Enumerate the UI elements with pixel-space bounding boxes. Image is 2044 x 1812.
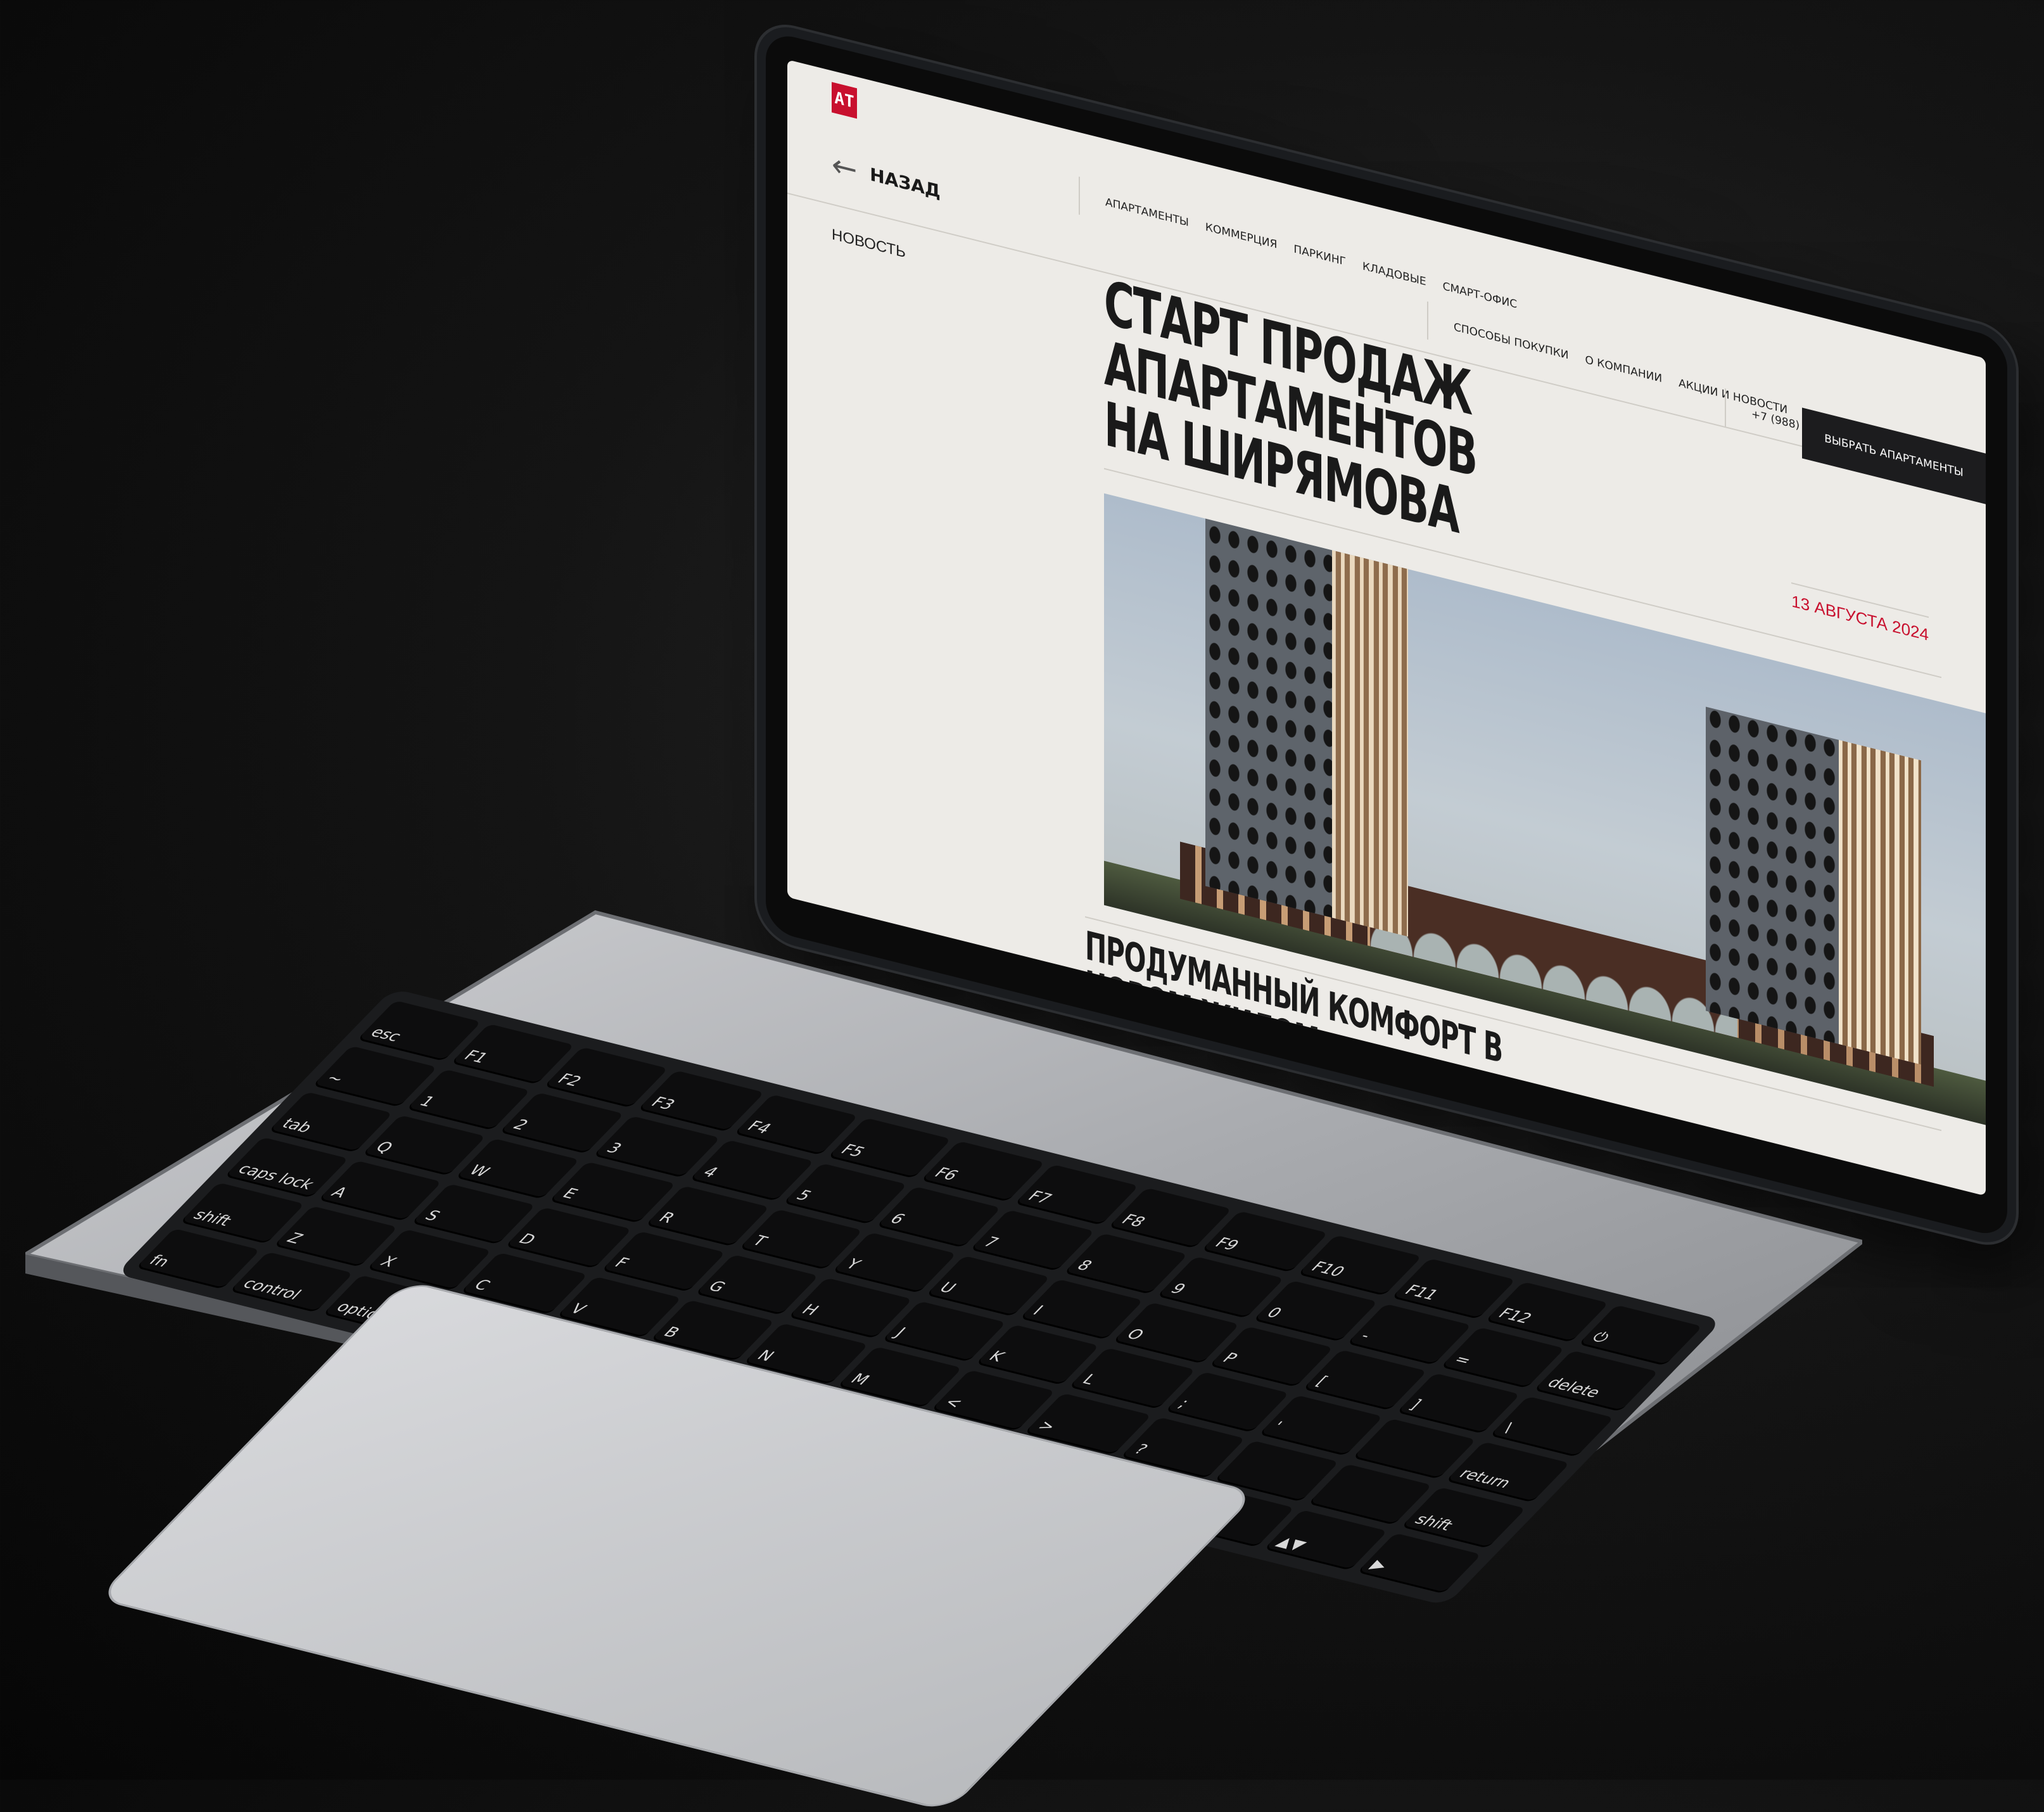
tower-left [1205,493,1408,937]
nav-item-storage[interactable]: КЛАДОВЫЕ [1362,260,1426,288]
back-link[interactable]: ← НАЗАД [832,146,941,209]
nav-item-smart-office[interactable]: СМАРТ-ОФИС [1443,280,1518,311]
tower-left-facade [1205,493,1332,918]
nav-item-apartments[interactable]: АПАРТАМЕНТЫ [1105,196,1189,229]
nav-item-about[interactable]: О КОМПАНИИ [1585,354,1663,385]
choose-apartments-button[interactable]: ВЫБРАТЬ АПАРТАМЕНТЫ [1802,407,1986,504]
arrow-left-icon: ← [832,146,858,189]
article-date: 13 АВГУСТА 2024 [1791,582,1929,646]
article-kind: НОВОСТЬ [832,226,906,262]
back-label: НАЗАД [870,163,941,202]
nav-item-purchase-methods[interactable]: СПОСОБЫ ПОКУПКИ [1454,321,1569,362]
nav-item-parking[interactable]: ПАРКИНГ [1293,243,1346,269]
tower-left-side [1332,525,1408,937]
brand-logo[interactable]: AT [832,82,857,119]
nav-item-commerce[interactable]: КОММЕРЦИЯ [1205,220,1278,251]
laptop-mockup: AT ← НАЗАД АПАРТАМЕНТЫ КОММЕРЦИЯ ПАРКИНГ… [0,0,2044,1812]
